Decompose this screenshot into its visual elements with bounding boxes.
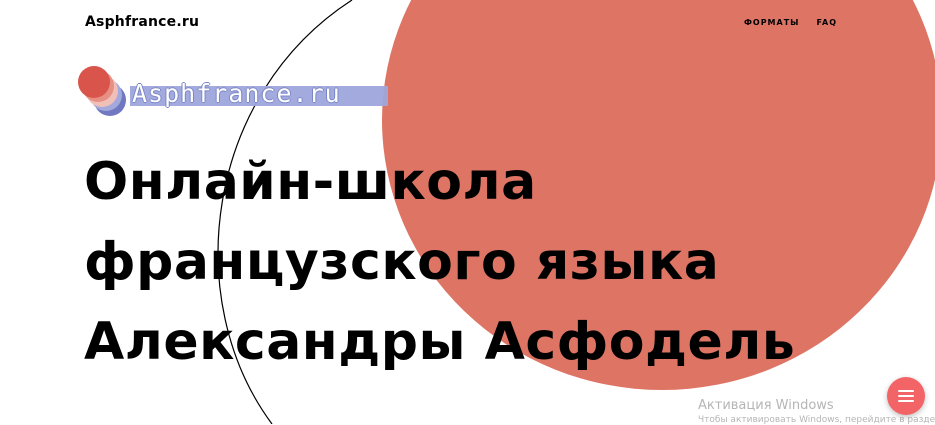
hamburger-icon xyxy=(898,387,914,405)
top-nav: ФОРМАТЫ FAQ xyxy=(744,18,837,27)
nav-link-formats[interactable]: ФОРМАТЫ xyxy=(744,18,800,27)
hero-headline: Онлайн-школа французского языка Александ… xyxy=(84,142,795,382)
brand-dots-icon xyxy=(78,64,130,116)
nav-link-faq[interactable]: FAQ xyxy=(816,18,837,27)
brand-badge-text: Asphfrance.ru xyxy=(132,79,341,108)
headline-line: французского языка xyxy=(84,232,720,292)
site-logo[interactable]: Asphfrance.ru xyxy=(85,14,199,30)
menu-button[interactable] xyxy=(887,377,925,415)
brand-badge: Asphfrance.ru xyxy=(78,64,398,116)
headline-line: Онлайн-школа xyxy=(84,152,537,212)
headline-line: Александры Асфодель xyxy=(84,312,796,372)
